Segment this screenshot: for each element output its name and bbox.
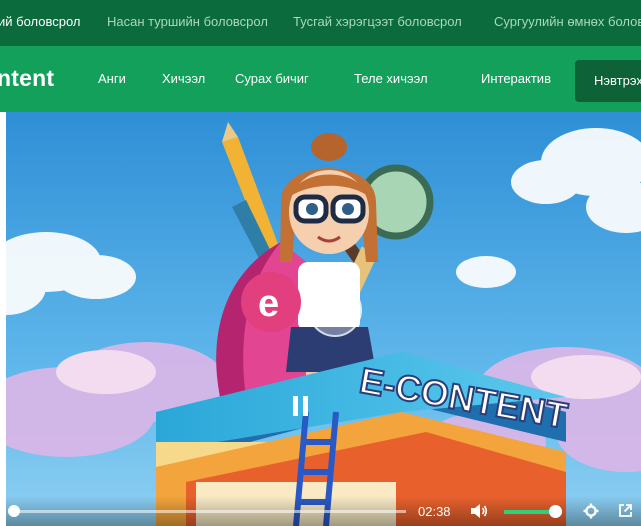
brand-logo-text[interactable]: ntent [0, 65, 54, 92]
sign-in-label: Нэвтрэх [594, 73, 641, 88]
sign-in-button[interactable]: Нэвтрэх [575, 60, 641, 102]
nav-item-grade[interactable]: Анги [98, 71, 126, 86]
play-icon [330, 300, 346, 320]
top-link-lifelong-education[interactable]: Насан туршийн боловсрол [107, 14, 268, 29]
nav-item-interactive[interactable]: Интерактив [481, 71, 551, 86]
popout-icon[interactable] [618, 503, 633, 518]
volume-level [504, 510, 556, 514]
top-link-special-needs-education[interactable]: Тусгай хэрэгцээт боловсрол [293, 14, 462, 29]
top-link-preschool-education[interactable]: Сургуулийн өмнөх боловсрол [494, 14, 641, 29]
top-category-bar: ий боловсрол Насан туршийн боловсрол Тус… [0, 0, 641, 46]
main-navbar: ntent Анги Хичээл Сурах бичиг Теле хичээ… [0, 46, 641, 112]
video-player[interactable]: e E-CONTENT 02:38 [6, 112, 641, 526]
play-button[interactable] [308, 283, 362, 337]
top-link-general-education[interactable]: ий боловсрол [0, 14, 81, 29]
current-time: 02:38 [418, 504, 451, 519]
nav-item-textbook[interactable]: Сурах бичиг [235, 71, 309, 86]
nav-item-tv-lesson[interactable]: Теле хичээл [354, 71, 428, 86]
seek-bar[interactable] [14, 510, 406, 513]
video-controls: 02:38 [6, 496, 641, 526]
volume-icon[interactable] [470, 503, 488, 519]
gear-icon[interactable] [583, 503, 599, 519]
seek-handle[interactable] [8, 505, 20, 517]
volume-handle[interactable] [549, 505, 563, 518]
e-badge-letter: e [258, 283, 279, 325]
nav-item-lesson[interactable]: Хичээл [162, 71, 205, 86]
